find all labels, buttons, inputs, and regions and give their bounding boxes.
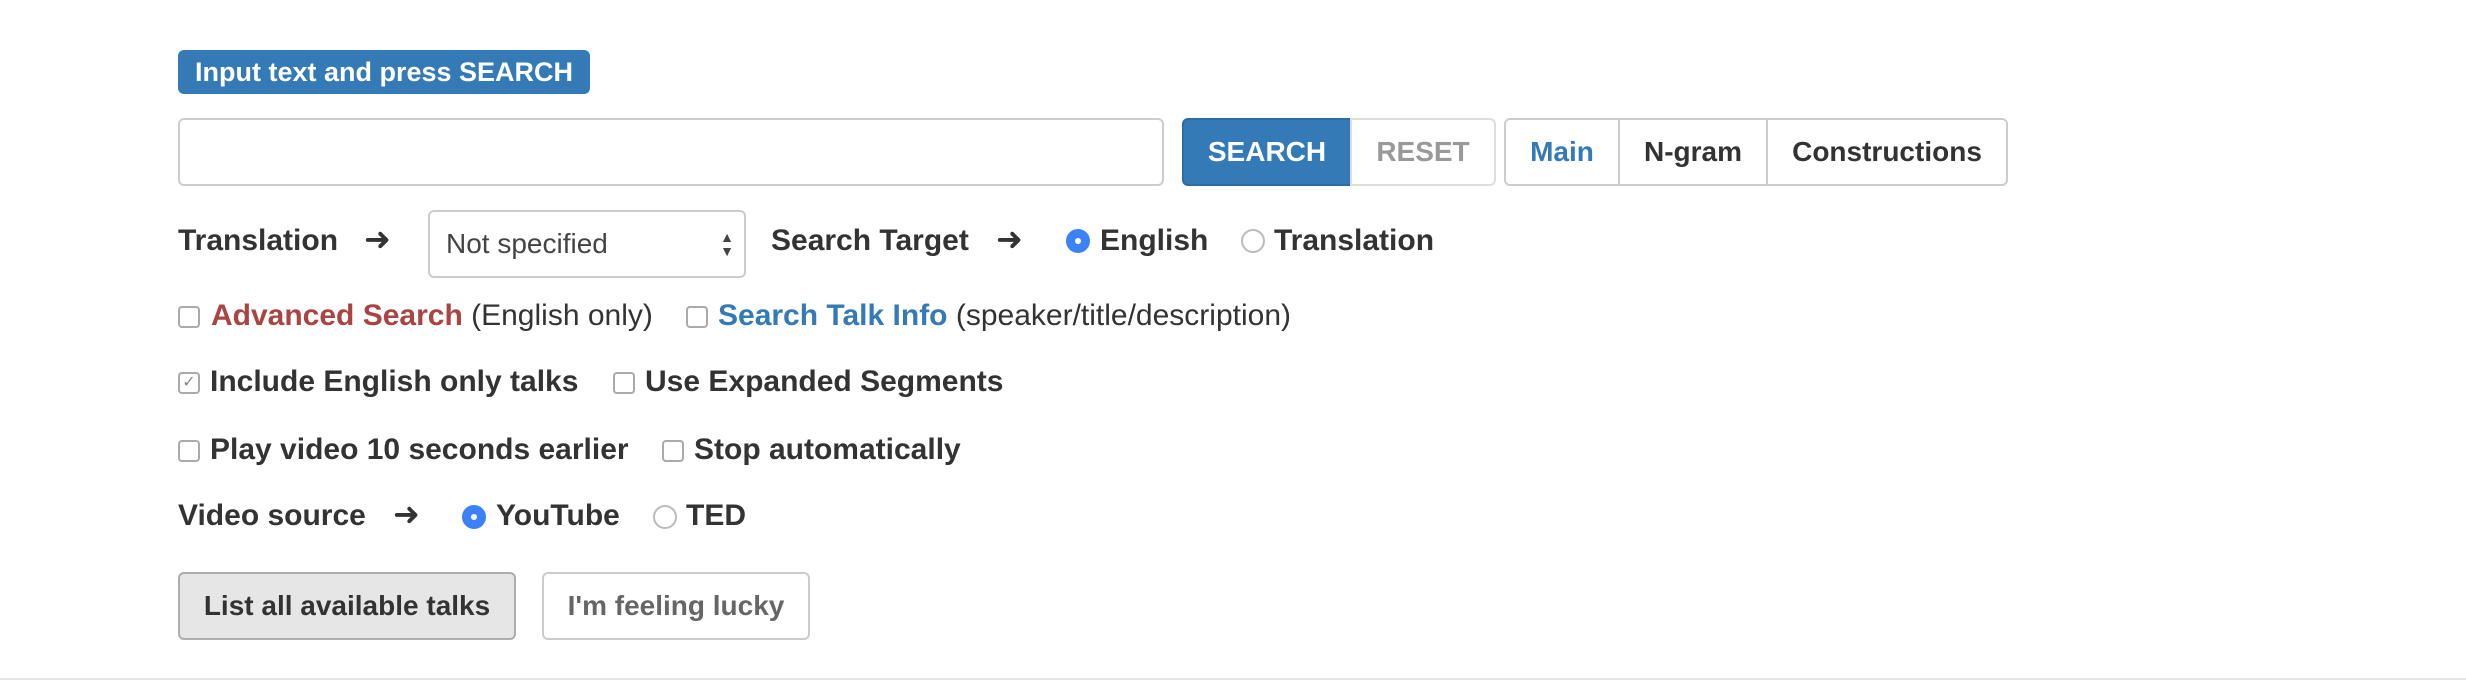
play-earlier-checkbox[interactable] xyxy=(178,440,200,462)
search-talk-info-checkbox[interactable] xyxy=(686,306,708,328)
reset-button[interactable]: RESET xyxy=(1350,118,1496,186)
advanced-search-checkbox[interactable] xyxy=(178,306,200,328)
search-talk-info-link[interactable]: Search Talk Info xyxy=(718,299,948,332)
video-source-label: Video source xyxy=(178,499,366,532)
radio-ted[interactable] xyxy=(653,505,677,529)
instruction-badge: Input text and press SEARCH xyxy=(178,50,591,94)
radio-ted-label: TED xyxy=(686,499,746,532)
arrow-right-icon: ➜ xyxy=(996,221,1023,257)
radio-english[interactable] xyxy=(1066,229,1090,253)
search-panel: Input text and press SEARCH SEARCH RESET… xyxy=(0,0,2466,680)
translation-label: Translation xyxy=(178,224,339,257)
list-all-talks-button[interactable]: List all available talks xyxy=(178,572,516,640)
tab-constructions[interactable]: Constructions xyxy=(1766,118,2008,186)
tab-ngram[interactable]: N-gram xyxy=(1618,118,1768,186)
search-talk-info-note: (speaker/title/description) xyxy=(955,299,1292,332)
radio-translation[interactable] xyxy=(1241,229,1265,253)
advanced-search-note: (English only) xyxy=(471,299,653,332)
search-target-label: Search Target xyxy=(771,224,969,257)
radio-translation-label: Translation xyxy=(1274,224,1435,257)
translation-select[interactable]: Not specified ▲ ▼ xyxy=(428,210,746,278)
translation-select-value: Not specified xyxy=(446,228,608,259)
advanced-search-link[interactable]: Advanced Search xyxy=(211,299,463,332)
include-english-only-checkbox[interactable]: ✓ xyxy=(178,372,200,394)
search-input[interactable] xyxy=(178,118,1164,186)
arrow-right-icon: ➜ xyxy=(364,221,391,257)
play-earlier-label: Play video 10 seconds earlier xyxy=(210,433,629,466)
arrow-right-icon: ➜ xyxy=(393,496,420,532)
advanced-search-option: Advanced Search (English only) xyxy=(211,299,653,333)
radio-youtube-label: YouTube xyxy=(496,499,620,532)
include-english-only-label: Include English only talks xyxy=(210,365,579,398)
radio-english-label: English xyxy=(1100,224,1209,257)
use-expanded-segments-label: Use Expanded Segments xyxy=(645,365,1004,398)
tab-main[interactable]: Main xyxy=(1504,118,1620,186)
radio-youtube[interactable] xyxy=(462,505,486,529)
stop-automatically-label: Stop automatically xyxy=(694,433,961,466)
stop-automatically-checkbox[interactable] xyxy=(662,440,684,462)
feeling-lucky-button[interactable]: I'm feeling lucky xyxy=(542,572,810,640)
search-button[interactable]: SEARCH xyxy=(1182,118,1352,186)
use-expanded-segments-checkbox[interactable] xyxy=(613,372,635,394)
search-talk-info-option: Search Talk Info (speaker/title/descript… xyxy=(718,299,1291,333)
select-caret-icon: ▲ ▼ xyxy=(720,229,734,259)
